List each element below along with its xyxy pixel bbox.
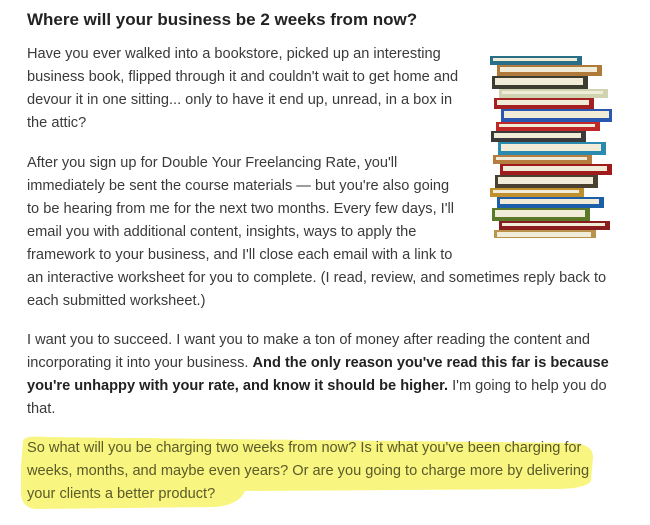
bold-text: And the only reason you've read this far… — [252, 355, 609, 371]
text-line: So what will you be charging two weeks f… — [27, 440, 582, 456]
text-line: the attic? — [27, 115, 87, 131]
paragraph-highlighted: So what will you be charging two weeks f… — [27, 437, 589, 506]
text-line: that. — [27, 401, 56, 417]
text-line: email you with additional content, insig… — [27, 224, 417, 240]
book-pages — [494, 133, 581, 138]
book-pages — [500, 67, 597, 72]
section-heading: Where will your business be 2 weeks from… — [27, 10, 418, 29]
book-pages — [499, 124, 595, 127]
text-line: you're unhappy with your rate, and know … — [27, 375, 609, 398]
book-pages — [495, 78, 583, 85]
text-line: an interactive worksheet for you to comp… — [27, 270, 607, 286]
text-line: weeks, months, and maybe even years? Or … — [27, 463, 590, 479]
book-pages — [502, 91, 603, 94]
text-line: incorporating it into your business. And… — [27, 352, 609, 375]
text-line: business book, flipped through it and co… — [27, 69, 459, 85]
text-line: your clients a better product? — [27, 486, 216, 502]
paragraph-succeed: I want you to succeed. I want you to mak… — [27, 329, 609, 421]
text-span: I'm going to help you do — [448, 378, 607, 394]
bold-text: you're unhappy with your rate, and know … — [27, 378, 449, 394]
text-line: immediately be sent the course materials… — [27, 178, 450, 194]
book-pages — [501, 144, 601, 151]
book-pages — [504, 111, 609, 118]
paragraph-signup: After you sign up for Double Your Freela… — [27, 152, 606, 313]
text-span: incorporating it into your business. — [27, 355, 253, 371]
book-pages — [497, 100, 589, 105]
book-pages — [493, 58, 577, 61]
paragraph-bookstore: Have you ever walked into a bookstore, p… — [27, 43, 458, 135]
text-line: each submitted worksheet.) — [27, 293, 206, 309]
text-line: framework to your business, and I'll clo… — [27, 247, 453, 263]
text-line: Have you ever walked into a bookstore, p… — [27, 46, 441, 62]
text-line: After you sign up for Double Your Freela… — [27, 155, 398, 171]
text-line: devour it in one sitting... only to have… — [27, 92, 453, 108]
text-line: I want you to succeed. I want you to mak… — [27, 332, 591, 348]
text-line: to be hearing from me for the next two m… — [27, 201, 455, 217]
